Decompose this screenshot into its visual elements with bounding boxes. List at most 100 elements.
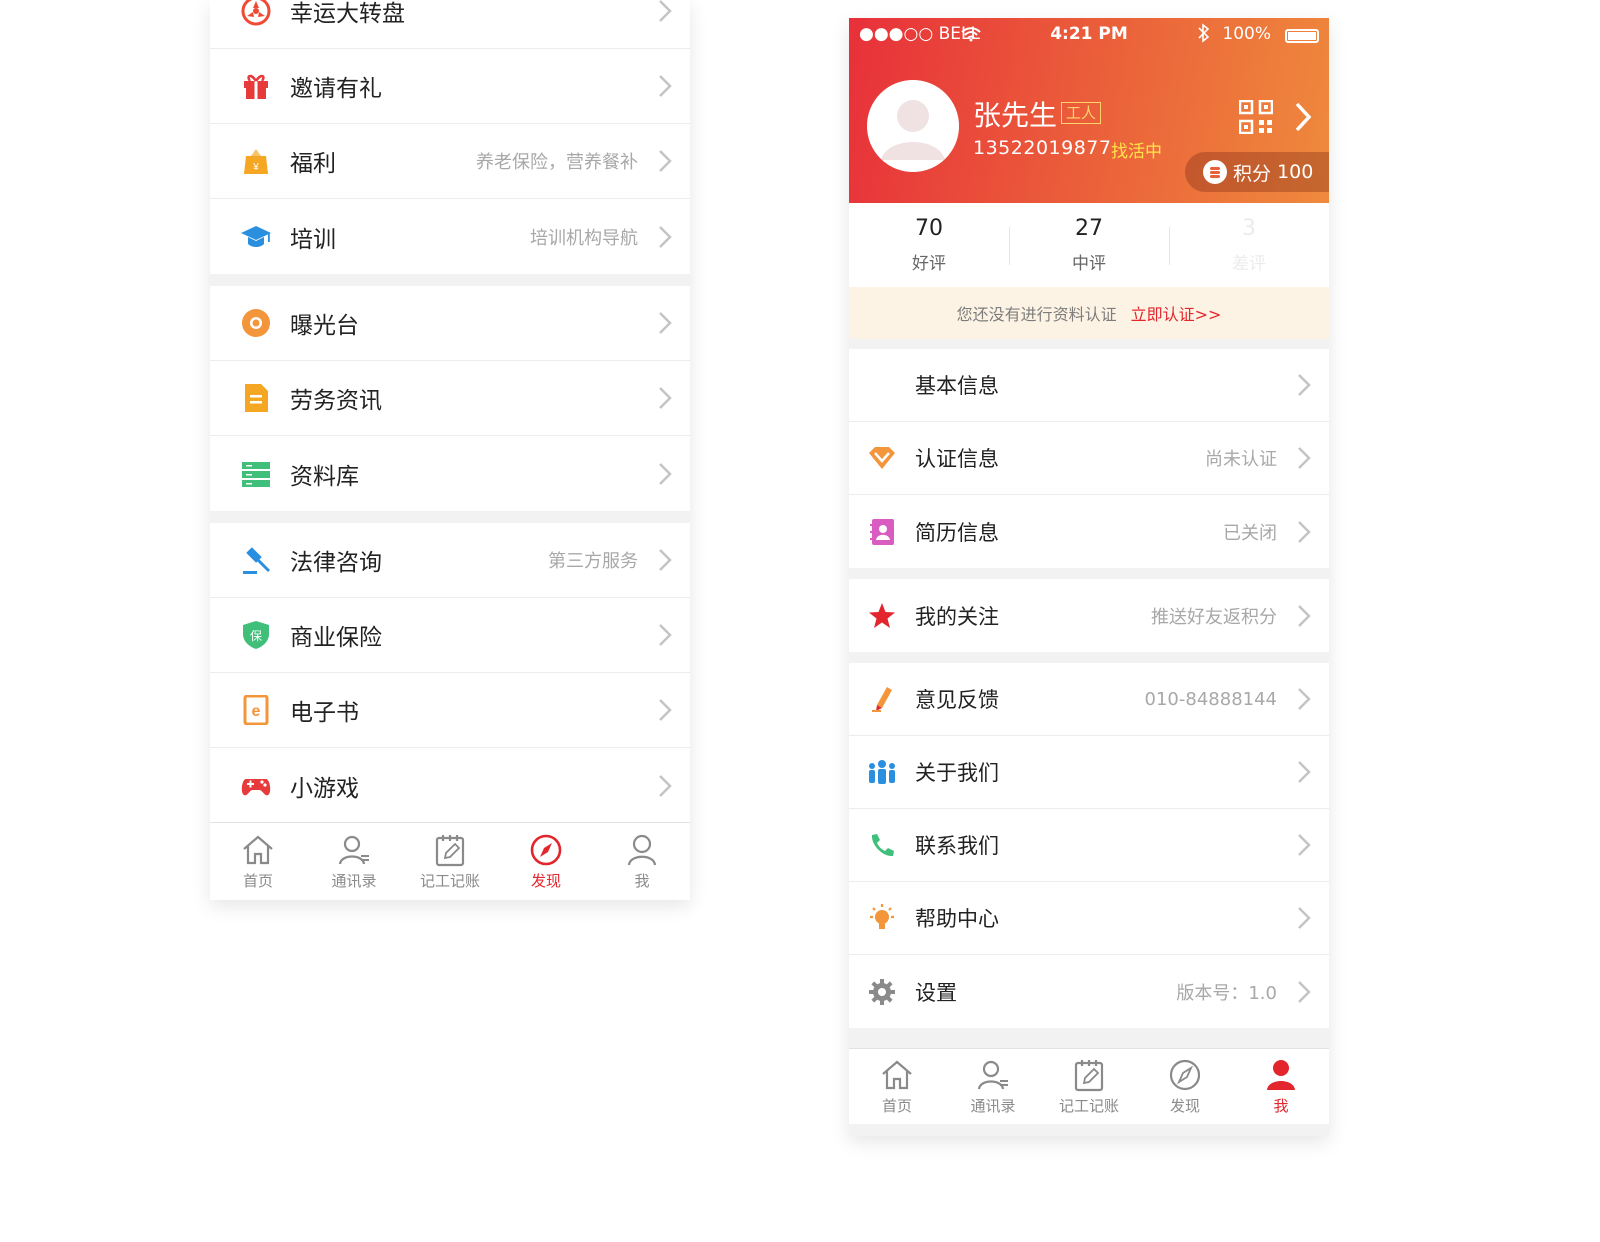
tab-label: 首页 [242, 872, 273, 890]
chevron-right-icon [1298, 834, 1311, 856]
tab-home[interactable]: 首页 [849, 1049, 945, 1124]
review-label: 中评 [1072, 254, 1106, 274]
menu-item-database[interactable]: 资料库 [210, 436, 690, 511]
graduation-cap-icon [240, 221, 272, 253]
menu-item-my-follows[interactable]: 我的关注 推送好友返积分 [849, 579, 1329, 652]
tab-discover[interactable]: 发现 [1137, 1049, 1233, 1124]
points-badge[interactable]: 积分 100 [1185, 152, 1329, 192]
star-icon [867, 601, 897, 631]
chevron-right-icon [659, 75, 672, 97]
review-count: 27 [1075, 216, 1103, 241]
chevron-right-icon [1298, 688, 1311, 710]
menu-item-certification[interactable]: 认证信息 尚未认证 [849, 422, 1329, 495]
profile-chevron-icon[interactable] [1293, 100, 1313, 134]
menu-item-label: 简历信息 [915, 520, 999, 545]
gift-icon [240, 70, 272, 102]
chevron-right-icon [659, 150, 672, 172]
menu-item-detail: 尚未认证 [1205, 449, 1277, 470]
tab-label: 记工记账 [419, 872, 480, 890]
tab-label: 我 [634, 872, 650, 890]
menu-item-labor-news[interactable]: 劳务资讯 [210, 361, 690, 436]
compass-icon [530, 834, 562, 866]
tab-contacts[interactable]: 通讯录 [306, 823, 402, 900]
tab-discover[interactable]: 发现 [498, 823, 594, 900]
menu-item-help-center[interactable]: 帮助中心 [849, 882, 1329, 955]
bulb-icon [867, 903, 897, 933]
document-icon [240, 382, 272, 414]
chevron-right-icon [659, 312, 672, 334]
menu-item-training[interactable]: 培训 培训机构导航 [210, 199, 690, 274]
tab-home[interactable]: 首页 [210, 823, 306, 900]
certification-banner: 您还没有进行资料认证 立即认证>> [849, 287, 1329, 339]
gamepad-icon [240, 770, 272, 802]
tab-worklog[interactable]: 记工记账 [402, 823, 498, 900]
avatar[interactable] [867, 80, 959, 172]
cert-now-link[interactable]: 立即认证>> [1131, 301, 1222, 325]
tab-contacts[interactable]: 通讯录 [945, 1049, 1041, 1124]
menu-item-legal[interactable]: 法律咨询 第三方服务 [210, 523, 690, 598]
chevron-right-icon [659, 699, 672, 721]
battery-percent: 100% [1222, 24, 1271, 44]
discover-screen: 幸运大转盘 邀请有礼 ¥ 福利 养老保险，营养餐补 培训 培训机构导航 曝光台 … [210, 0, 690, 900]
welfare-bag-icon: ¥ [240, 145, 272, 177]
qr-code-icon[interactable] [1239, 100, 1273, 134]
tab-label: 记工记账 [1058, 1097, 1119, 1115]
points-value: 100 [1277, 161, 1314, 183]
tab-worklog[interactable]: 记工记账 [1041, 1049, 1137, 1124]
review-count: 70 [915, 216, 943, 241]
menu-item-welfare[interactable]: ¥ 福利 养老保险，营养餐补 [210, 124, 690, 199]
review-good[interactable]: 70 好评 [849, 203, 1009, 287]
menu-item-games[interactable]: 小游戏 [210, 748, 690, 823]
person-icon [627, 834, 657, 866]
review-bad[interactable]: 3 差评 [1169, 203, 1329, 287]
menu-item-basic-info[interactable]: 基本信息 [849, 349, 1329, 422]
tab-label: 我 [1273, 1097, 1289, 1115]
menu-item-detail: 已关闭 [1223, 522, 1277, 544]
tab-me[interactable]: 我 [1233, 1049, 1329, 1124]
bottom-tab-bar: 首页 通讯录 记工记账 发现 我 [849, 1048, 1329, 1124]
profile-info-section: 基本信息 认证信息 尚未认证 简历信息 已关闭 [849, 349, 1329, 568]
menu-item-detail: 培训机构导航 [530, 227, 638, 249]
team-icon [867, 757, 897, 787]
menu-item-exposure[interactable]: 曝光台 [210, 286, 690, 361]
tab-label: 通讯录 [970, 1097, 1016, 1115]
section-separator [210, 511, 690, 523]
section-separator [210, 274, 690, 286]
chevron-right-icon [1298, 761, 1311, 783]
menu-item-label: 小游戏 [290, 775, 359, 802]
menu-item-label: 资料库 [290, 463, 359, 490]
menu-item-contact-us[interactable]: 联系我们 [849, 809, 1329, 882]
profile-screen: ●●●○○ BELL 4:21 PM 100% 张先生 工人 135220198… [849, 18, 1329, 1136]
ebook-icon: e [240, 694, 272, 726]
profile-header: ●●●○○ BELL 4:21 PM 100% 张先生 工人 135220198… [849, 18, 1329, 203]
job-status-badge: 找活中 [1111, 142, 1162, 162]
person-icon [1267, 1060, 1295, 1090]
tab-label: 首页 [881, 1097, 912, 1115]
contacts-icon [977, 1060, 1008, 1090]
svg-text:保: 保 [250, 629, 262, 643]
menu-item-label: 福利 [290, 151, 336, 177]
chevron-right-icon [659, 387, 672, 409]
menu-item-lucky-wheel[interactable]: 幸运大转盘 [210, 0, 690, 49]
notebook-icon [1074, 1060, 1104, 1092]
tab-me[interactable]: 我 [594, 823, 690, 900]
notebook-icon [435, 835, 465, 867]
menu-item-settings[interactable]: 设置 版本号：1.0 [849, 955, 1329, 1028]
menu-item-label: 邀请有礼 [290, 76, 382, 102]
menu-item-about-us[interactable]: 关于我们 [849, 736, 1329, 809]
menu-item-resume[interactable]: 简历信息 已关闭 [849, 495, 1329, 568]
menu-item-invite[interactable]: 邀请有礼 [210, 49, 690, 124]
review-neutral[interactable]: 27 中评 [1009, 203, 1169, 287]
user-phone: 13522019877 [973, 137, 1112, 159]
menu-item-label: 劳务资讯 [290, 388, 382, 414]
menu-item-feedback[interactable]: 意见反馈 010-84888144 [849, 663, 1329, 736]
menu-item-label: 帮助中心 [915, 907, 999, 931]
menu-item-insurance[interactable]: 保 商业保险 [210, 598, 690, 673]
sun-icon [240, 307, 272, 339]
cert-banner-text: 您还没有进行资料认证 [956, 305, 1117, 324]
menu-item-ebook[interactable]: e 电子书 [210, 673, 690, 748]
chevron-right-icon [659, 225, 672, 248]
database-icon [240, 458, 272, 490]
chevron-right-icon [659, 774, 672, 797]
menu-item-label: 关于我们 [915, 761, 999, 785]
